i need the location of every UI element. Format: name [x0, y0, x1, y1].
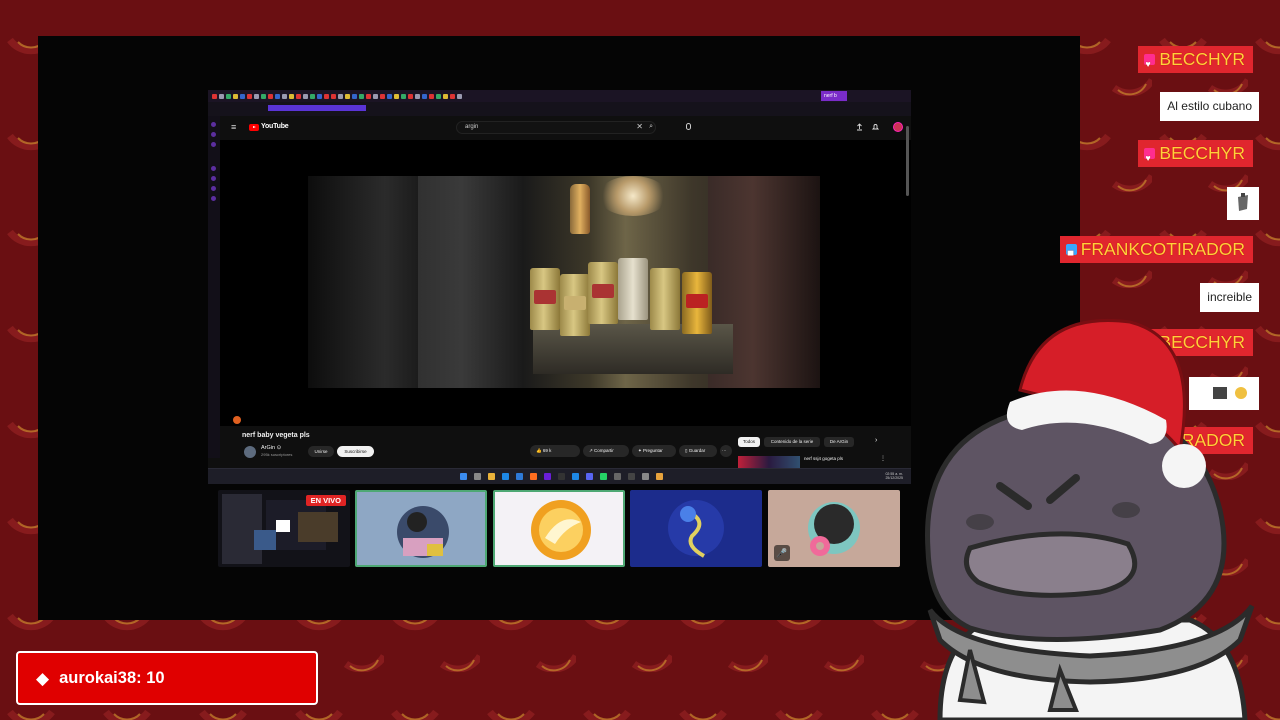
golden-dragon-image	[495, 492, 623, 565]
save-button[interactable]: ▯ Guardar	[679, 445, 717, 457]
scene-thumb-bird[interactable]: 🎤	[768, 490, 900, 567]
mascot-avatar	[925, 318, 1255, 720]
recommended-title[interactable]: nerf ssj4 gogeta pls	[804, 456, 843, 461]
chat-message-2: increible	[1200, 283, 1259, 312]
chevron-right-icon[interactable]: ›	[875, 437, 877, 444]
sparkle-icon: ✦	[638, 448, 642, 453]
menu-icon[interactable]: ≡	[231, 123, 236, 132]
firefox-icon[interactable]	[530, 473, 537, 480]
chat-name-3: FRANKCOTIRADOR	[1059, 236, 1253, 269]
youtube-header: ≡ YouTube argin ✕ ⌕	[220, 116, 911, 140]
recommended-more-icon[interactable]: ⋮	[880, 455, 886, 462]
blue-dragon-image	[630, 490, 762, 567]
store-icon[interactable]	[502, 473, 509, 480]
alert-text: aurokai38: 10	[59, 668, 165, 687]
share-button[interactable]: ↗ Compartir	[583, 445, 629, 457]
windows-taskbar: 02:55 a. m. 25/12/2025	[208, 468, 911, 484]
account-avatar[interactable]	[893, 122, 903, 132]
search-icon[interactable]: ⌕	[649, 123, 653, 131]
video-frame[interactable]	[308, 176, 820, 388]
app3-taskbar-icon[interactable]	[628, 473, 635, 480]
search-query[interactable]: argin	[465, 124, 478, 130]
chat-username: BECCHYR	[1159, 49, 1245, 69]
scene-thumb-dragon-blue[interactable]	[630, 490, 762, 567]
chip-all[interactable]: Todos	[738, 437, 760, 447]
donation-alert: ◆ aurokai38: 10	[16, 651, 318, 705]
chat-username: BECCHYR	[1159, 143, 1245, 163]
video-player[interactable]	[220, 140, 911, 426]
tv-badge-icon	[1065, 242, 1077, 269]
video-title: nerf baby vegeta pls	[242, 432, 310, 439]
create-icon[interactable]	[856, 123, 863, 131]
tab-active[interactable]: nerf b	[821, 91, 847, 101]
url-text[interactable]	[268, 105, 366, 111]
scene-thumb-dragon-gold[interactable]	[493, 490, 625, 567]
heart-badge-icon	[1144, 51, 1156, 78]
edge-icon[interactable]	[516, 473, 523, 480]
channel-name[interactable]: ArGin ⊙	[261, 445, 281, 451]
discord-icon[interactable]	[586, 473, 593, 480]
chat-emote-1	[1227, 187, 1259, 220]
tab-strip[interactable]: nerf b	[208, 90, 911, 102]
live-badge: EN VIVO	[305, 495, 346, 506]
scrollbar[interactable]	[906, 126, 909, 196]
subscribe-button[interactable]: Suscribirse	[337, 446, 374, 457]
chat-message-text: increible	[1200, 283, 1259, 312]
chip-series[interactable]: Contenido de la serie	[764, 437, 820, 447]
ask-label: Preguntar	[643, 448, 663, 453]
scene-switcher: EN VIVO 🎤	[218, 490, 902, 568]
app2-taskbar-icon[interactable]	[614, 473, 621, 480]
chat-name-1: BECCHYR	[1138, 46, 1253, 78]
ask-button[interactable]: ✦ Preguntar	[632, 445, 676, 457]
obs-icon[interactable]	[642, 473, 649, 480]
clear-search-icon[interactable]: ✕	[636, 122, 643, 131]
search-input[interactable]: argin ✕ ⌕	[456, 121, 656, 134]
start-icon[interactable]	[460, 473, 467, 480]
chat-message-text: Al estilo cubano	[1160, 92, 1259, 121]
muted-microphone-icon[interactable]: 🎤	[774, 545, 790, 561]
whatsapp-icon[interactable]	[600, 473, 607, 480]
channel-avatar[interactable]	[244, 446, 256, 458]
like-button[interactable]: 👍 69 k	[530, 445, 580, 457]
wolf-avatar-image	[357, 492, 485, 565]
gem-icon: ◆	[36, 668, 50, 688]
save-label: Guardar	[688, 448, 706, 453]
address-bar[interactable]	[208, 102, 911, 116]
save-icon: ▯	[685, 448, 688, 453]
file-explorer-icon[interactable]	[488, 473, 495, 480]
chat-name-2: BECCHYR	[1138, 140, 1253, 172]
youtube-logo-text[interactable]: YouTube	[261, 123, 289, 130]
share-icon: ↗	[589, 448, 593, 453]
scene-thumb-live[interactable]: EN VIVO	[218, 490, 350, 567]
chip-from-channel[interactable]: De ArGin	[824, 437, 854, 447]
notifications-bell-icon[interactable]	[872, 123, 879, 131]
browser-sidebar	[208, 116, 220, 458]
heart-badge-icon	[1144, 145, 1156, 172]
channel-subscriber-count: 295k suscriptores	[261, 452, 293, 457]
chat-message-1: Al estilo cubano	[1160, 92, 1259, 121]
youtube-logo-icon[interactable]	[249, 124, 259, 131]
like-icon: 👍	[536, 448, 542, 453]
app4-taskbar-icon[interactable]	[656, 473, 663, 480]
app-taskbar-icon[interactable]	[558, 473, 565, 480]
share-label: Compartir	[594, 448, 614, 453]
emote-icon	[1238, 193, 1248, 211]
microphone-icon[interactable]	[686, 123, 691, 130]
record-indicator-icon	[233, 416, 241, 424]
join-button[interactable]: Unirse	[308, 446, 334, 457]
chat-username: FRANKCOTIRADOR	[1080, 239, 1245, 259]
scene-thumb-wolf[interactable]	[355, 490, 487, 567]
like-count: 69 k	[542, 448, 552, 453]
browser-window: nerf b ≡ YouTube argin ✕ ⌕ nerf baby veg…	[208, 90, 911, 484]
more-actions-button[interactable]: ⋯	[720, 445, 732, 457]
browser-taskbar-icon[interactable]	[544, 473, 551, 480]
steam-icon[interactable]	[572, 473, 579, 480]
search-taskbar-icon[interactable]	[474, 473, 481, 480]
